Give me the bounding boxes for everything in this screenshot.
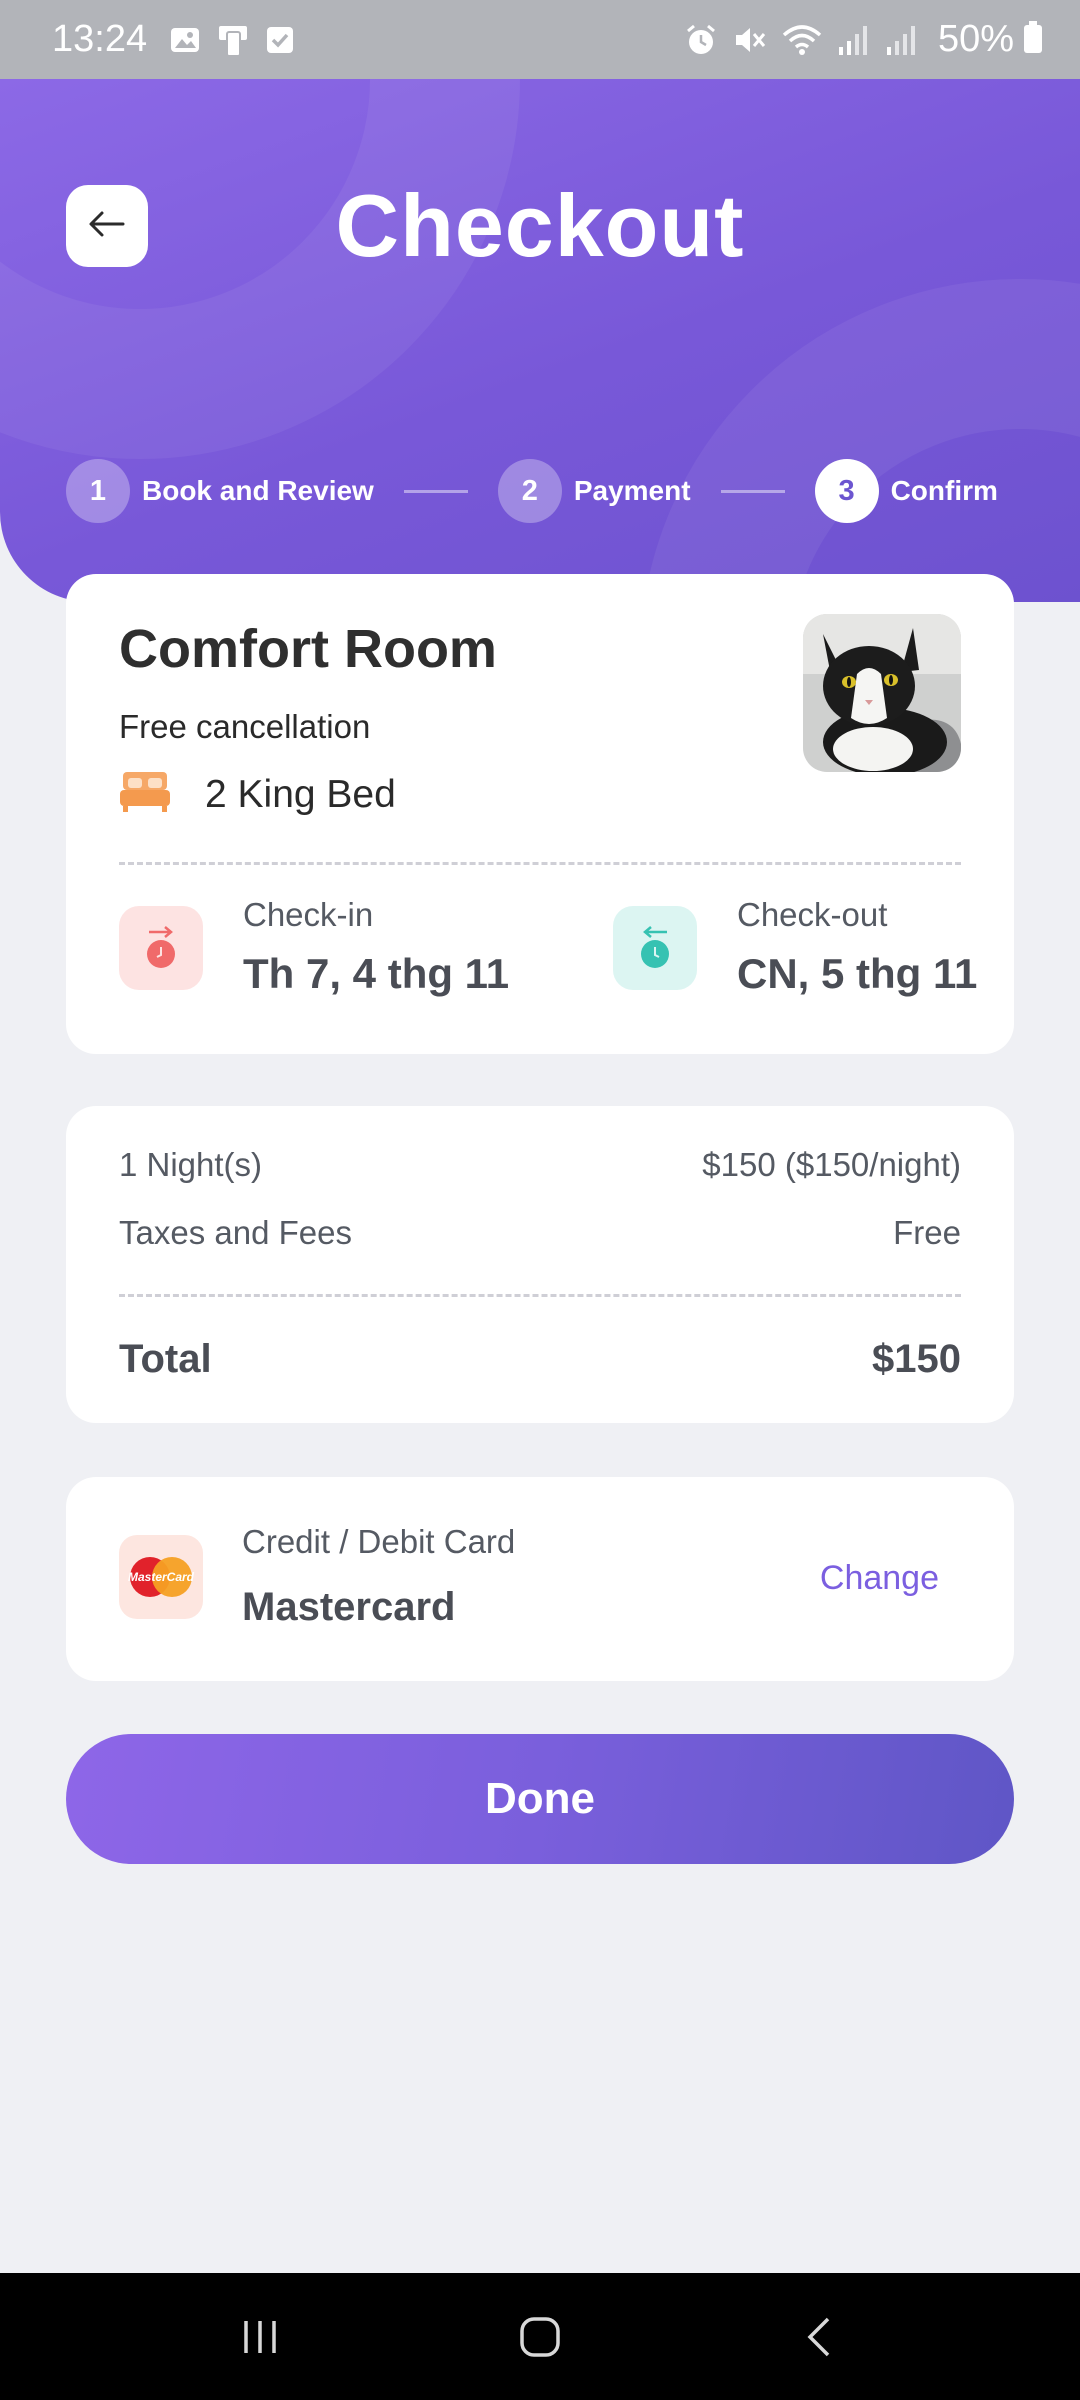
phone-sync-icon [215, 22, 251, 58]
payment-method-name: Mastercard [242, 1585, 456, 1629]
total-row: Total $150 [119, 1337, 961, 1382]
step-label: Payment [573, 475, 691, 506]
bed-info: 2 King Bed [119, 770, 396, 819]
page-title: Checkout [335, 176, 745, 275]
taxes-label: Taxes and Fees [119, 1214, 352, 1251]
payment-type: Credit / Debit Card [242, 1523, 516, 1560]
mute-icon [732, 23, 768, 57]
checkout-date: CN, 5 thg 11 [737, 950, 978, 997]
room-name: Comfort Room [119, 619, 497, 679]
price-card: 1 Night(s) $150 ($150/night) Taxes and F… [66, 1106, 1014, 1423]
checkin-block: Check-in Th 7, 4 thg 11 [119, 896, 509, 998]
total-value: $150 [872, 1337, 961, 1381]
chevron-left-icon [807, 2317, 830, 2356]
status-bar: 13:24 50% [0, 0, 1080, 79]
mastercard-logo-text: MasterCard [128, 1570, 195, 1584]
bed-label: 2 King Bed [205, 772, 396, 816]
signal-icon [884, 23, 918, 57]
checkin-label: Check-in [243, 896, 374, 933]
system-nav-bar [0, 2273, 1080, 2400]
step-number: 1 [66, 459, 130, 523]
image-icon [169, 24, 201, 56]
total-label: Total [119, 1337, 212, 1381]
checkout-block: Check-out CN, 5 thg 11 [613, 896, 977, 998]
step-payment: 2 Payment [497, 459, 691, 523]
bed-icon [119, 770, 171, 819]
battery-percent: 50% [937, 18, 1014, 60]
room-photo [803, 614, 961, 772]
system-back-button[interactable] [770, 2287, 870, 2387]
alarm-icon [684, 23, 718, 57]
step-number: 2 [497, 459, 562, 523]
step-book-and-review: 1 Book and Review [66, 459, 374, 523]
home-button[interactable] [490, 2287, 590, 2387]
done-button[interactable]: Done [66, 1734, 1014, 1864]
mastercard-logo: MasterCard [119, 1535, 203, 1619]
header-decoration [640, 279, 1080, 602]
dashed-divider [119, 862, 961, 865]
home-icon [520, 2316, 560, 2357]
recent-apps-icon [244, 2320, 276, 2353]
step-label: Confirm [890, 475, 998, 506]
checkin-date: Th 7, 4 thg 11 [243, 950, 510, 997]
wifi-icon [782, 23, 822, 57]
nights-value: $150 ($150/night) [702, 1146, 961, 1183]
change-payment-link[interactable]: Change [820, 1559, 939, 1598]
cancellation-policy: Free cancellation [119, 708, 371, 745]
nights-label: 1 Night(s) [119, 1146, 263, 1183]
step-connector [720, 489, 785, 493]
step-number: 3 [814, 459, 879, 523]
status-right: 50% [684, 18, 1044, 61]
checkout-header: Checkout 1 Book and Review 2 Payment 3 C… [0, 79, 1080, 602]
checkout-text: Check-out CN, 5 thg 11 [737, 896, 977, 998]
status-left: 13:24 [52, 18, 309, 61]
checkin-icon [119, 906, 203, 990]
recent-apps-button[interactable] [210, 2287, 310, 2387]
step-label: Book and Review [142, 475, 374, 506]
nights-row: 1 Night(s) $150 ($150/night) [119, 1146, 961, 1184]
checkout-stepper: 1 Book and Review 2 Payment 3 Confirm [66, 459, 998, 523]
checkbox-icon [265, 25, 295, 55]
battery-icon [1022, 20, 1044, 59]
dashed-divider [119, 1294, 961, 1297]
taxes-value: Free [893, 1214, 961, 1251]
taxes-row: Taxes and Fees Free [119, 1214, 961, 1252]
cat-photo-icon [803, 614, 961, 772]
step-confirm: 3 Confirm [814, 459, 998, 523]
status-time: 13:24 [52, 18, 148, 60]
checkout-icon [613, 906, 697, 990]
room-card: Comfort Room Free cancellation 2 King Be… [66, 574, 1014, 1054]
payment-card: MasterCard Credit / Debit Card Mastercar… [66, 1477, 1014, 1681]
checkout-label: Check-out [737, 896, 888, 933]
step-connector [403, 489, 468, 493]
checkin-text: Check-in Th 7, 4 thg 11 [243, 896, 509, 998]
signal-icon [836, 23, 870, 57]
